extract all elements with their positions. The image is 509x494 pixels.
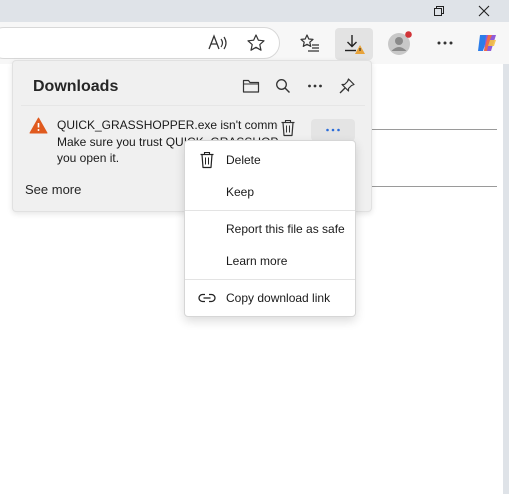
menu-item-report-safe[interactable]: Report this file as safe — [185, 215, 355, 243]
panel-header-divider — [21, 105, 365, 106]
restore-icon — [434, 6, 444, 16]
menu-item-label: Learn more — [226, 254, 288, 268]
title-bar — [0, 0, 509, 22]
menu-item-delete[interactable]: Delete — [185, 146, 355, 174]
downloads-button[interactable] — [335, 28, 373, 60]
settings-more-button[interactable] — [430, 28, 460, 58]
menu-item-label: Delete — [226, 153, 261, 167]
pin-downloads-button[interactable] — [335, 74, 359, 98]
menu-item-label: Keep — [226, 185, 255, 199]
read-aloud-icon — [208, 34, 227, 50]
menu-item-keep[interactable]: Keep — [185, 178, 355, 206]
more-download-options-button[interactable] — [303, 74, 327, 98]
warning-icon — [29, 117, 48, 134]
downloads-title: Downloads — [33, 78, 119, 95]
browser-toolbar — [0, 22, 509, 64]
close-icon — [478, 5, 490, 17]
menu-item-label: Copy download link — [226, 291, 331, 305]
more-actions-icon — [326, 128, 340, 132]
download-more-actions-button[interactable] — [311, 119, 355, 141]
open-downloads-folder-button[interactable] — [239, 74, 263, 98]
link-icon — [197, 289, 217, 307]
profile-avatar-icon — [388, 31, 412, 55]
favorites-collection-icon — [300, 34, 319, 52]
pin-icon — [339, 78, 355, 94]
add-favorite-button[interactable] — [241, 28, 271, 58]
menu-item-copy-link[interactable]: Copy download link — [185, 284, 355, 312]
restore-window-button[interactable] — [417, 0, 461, 22]
read-aloud-button[interactable] — [203, 28, 233, 58]
menu-item-learn-more[interactable]: Learn more — [185, 247, 355, 275]
menu-separator — [185, 279, 355, 280]
see-more-link[interactable]: See more — [25, 182, 81, 197]
search-icon — [276, 79, 290, 93]
page-divider-line — [350, 186, 497, 187]
trash-icon — [281, 119, 295, 137]
address-bar[interactable] — [0, 27, 280, 59]
delete-download-button[interactable] — [277, 116, 299, 140]
menu-item-label: Report this file as safe — [226, 222, 345, 236]
more-menu-icon — [437, 41, 453, 45]
downloads-icon — [345, 35, 365, 54]
menu-separator — [185, 210, 355, 211]
download-context-menu: Delete Keep Report this file as safe Lea… — [184, 140, 356, 317]
favorite-star-icon — [247, 34, 265, 51]
download-message-line: QUICK_GRASSHOPPER.exe isn't commonl — [57, 118, 278, 132]
more-options-icon — [308, 84, 322, 88]
favorites-button[interactable] — [295, 28, 325, 58]
search-downloads-button[interactable] — [271, 74, 295, 98]
profile-button[interactable] — [385, 28, 415, 58]
copilot-button[interactable] — [472, 28, 502, 58]
close-window-button[interactable] — [462, 0, 506, 22]
trash-icon — [197, 151, 217, 169]
open-folder-icon — [242, 79, 260, 93]
page-divider-line — [350, 129, 497, 130]
copilot-icon — [478, 35, 496, 51]
